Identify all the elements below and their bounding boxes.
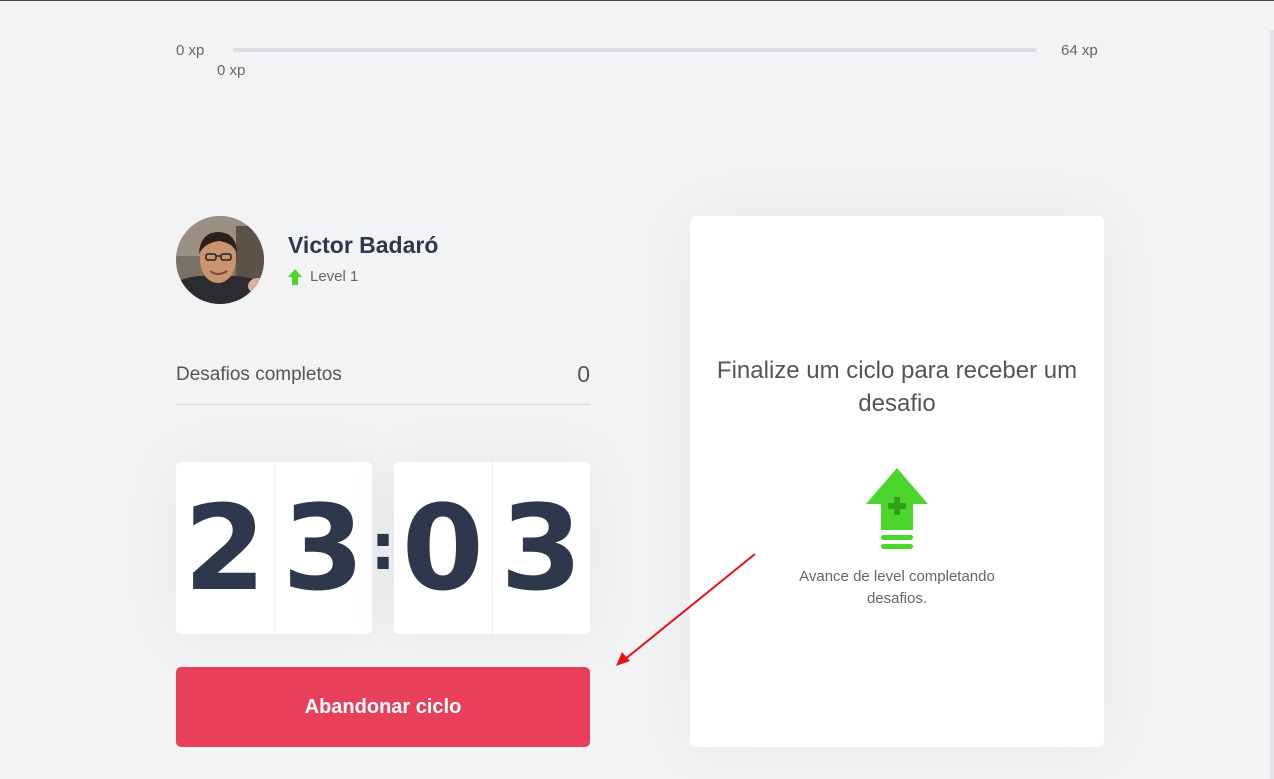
second-units-digit: 3 [500, 479, 583, 617]
completed-challenges-count: 0 [577, 361, 590, 387]
level-label: Level 1 [310, 268, 359, 285]
level-up-arrow-icon [288, 268, 302, 285]
avatar [176, 216, 264, 304]
challenge-box-description: Avance de level completando desafios. [799, 568, 995, 607]
window-top-border [0, 0, 1274, 1]
level-up-icon [866, 468, 928, 549]
minute-tens-digit: 2 [176, 462, 275, 634]
countdown-minutes: 2 3 [176, 462, 372, 634]
countdown-timer: 2 3 : 0 3 [176, 462, 590, 634]
minute-units-digit: 3 [282, 479, 365, 617]
xp-min-label: 0 xp [176, 42, 205, 59]
xp-current-label: 0 xp [217, 62, 246, 79]
second-tens-digit: 0 [394, 462, 493, 634]
xp-progress-track [233, 48, 1037, 52]
profile-name: Victor Badaró [288, 232, 439, 258]
xp-max-label: 64 xp [1061, 42, 1098, 59]
avatar-photo [176, 216, 264, 304]
abandon-cycle-button[interactable]: Abandonar ciclo [176, 667, 590, 747]
countdown-seconds: 0 3 [394, 462, 590, 634]
challenge-box-title: Finalize um ciclo para receber um desafi… [716, 357, 1078, 417]
countdown-separator: : [370, 511, 396, 585]
completed-challenges: Desafios completos 0 [176, 356, 590, 405]
completed-challenges-label: Desafios completos [176, 364, 342, 385]
scrollbar[interactable] [1270, 30, 1274, 779]
challenge-box: Finalize um ciclo para receber um desafi… [690, 216, 1104, 747]
profile-level: Level 1 [288, 268, 358, 285]
